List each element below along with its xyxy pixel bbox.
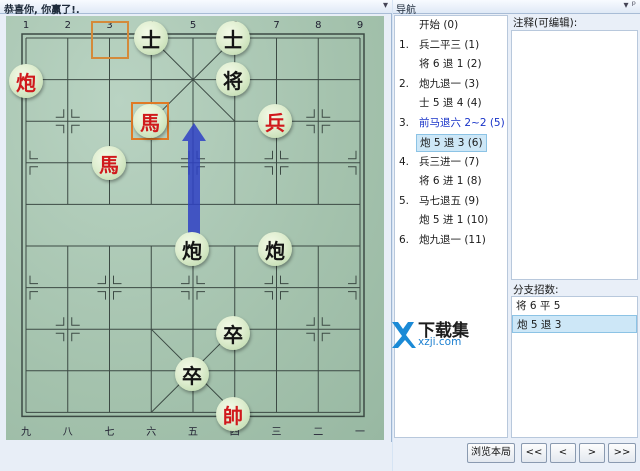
nav-buttons: 浏览本局 << < > >> [467, 443, 637, 465]
red-marshal[interactable]: 帥 [216, 397, 250, 431]
move-item-variation[interactable]: 3. 前马退六 2~2 (5) [395, 114, 507, 134]
app-window: 恭喜你, 你赢了!. ▾ 123456789 九八七六五四三二一 士 士 将 炮 [0, 0, 640, 471]
black-soldier[interactable]: 卒 [216, 316, 250, 350]
black-cannon[interactable]: 炮 [175, 232, 209, 266]
move-item[interactable]: 5. 马七退五 (9) [395, 192, 507, 212]
move-item[interactable]: 6. 炮九退一 (11) [395, 231, 507, 251]
notes-editor[interactable] [511, 30, 638, 280]
move-item[interactable]: 将 6 进 1 (8) [395, 172, 507, 192]
first-move-button[interactable]: << [521, 443, 547, 463]
panel-pin-icon[interactable]: ▾ ᵖ [624, 0, 636, 11]
move-item[interactable]: 2. 炮九退一 (3) [395, 75, 507, 95]
browse-game-button[interactable]: 浏览本局 [467, 443, 515, 463]
last-move-button[interactable]: >> [608, 443, 636, 463]
board-title: 恭喜你, 你赢了!. [4, 5, 80, 16]
red-soldier[interactable]: 兵 [258, 104, 292, 138]
branch-item-selected[interactable]: 炮 5 退 3 [512, 315, 637, 333]
move-item[interactable]: 4. 兵三进一 (7) [395, 153, 507, 173]
branch-label: 分支招数: [513, 284, 559, 296]
panel-menu-icon[interactable]: ▾ [383, 0, 388, 11]
board-panel: 恭喜你, 你赢了!. ▾ 123456789 九八七六五四三二一 士 士 将 炮 [0, 0, 392, 471]
move-item[interactable]: 士 5 退 4 (4) [395, 94, 507, 114]
prev-move-button[interactable]: < [550, 443, 576, 463]
notes-label: 注释(可编辑): [513, 17, 578, 29]
black-advisor[interactable]: 士 [134, 21, 168, 55]
black-cannon[interactable]: 炮 [258, 232, 292, 266]
move-item[interactable]: 将 6 退 1 (2) [395, 55, 507, 75]
watermark-logo-icon [392, 322, 416, 348]
next-move-button[interactable]: > [579, 443, 605, 463]
move-list[interactable]: 开始 (0) 1. 兵二平三 (1) 将 6 退 1 (2) 2. 炮九退一 (3)… [394, 15, 508, 438]
black-advisor[interactable]: 士 [216, 21, 250, 55]
move-item[interactable]: 开始 (0) [395, 16, 507, 36]
branch-list[interactable]: 将 6 平 5 炮 5 退 3 [511, 296, 638, 438]
red-cannon[interactable]: 炮 [9, 64, 43, 98]
move-item[interactable]: 1. 兵二平三 (1) [395, 36, 507, 56]
black-soldier[interactable]: 卒 [175, 357, 209, 391]
black-general[interactable]: 将 [216, 62, 250, 96]
move-item-current[interactable]: 炮 5 退 3 (6) [395, 133, 507, 153]
navigation-panel: 导航 ▾ ᵖ 开始 (0) 1. 兵二平三 (1) 将 6 退 1 (2) 2. 炮… [393, 0, 640, 471]
board-tab: 恭喜你, 你赢了!. ▾ [0, 0, 392, 16]
red-horse[interactable]: 馬 [92, 146, 126, 180]
branch-item[interactable]: 将 6 平 5 [512, 297, 637, 315]
watermark: 下载集 xzji.com [388, 316, 518, 352]
nav-tab: 导航 ▾ ᵖ [393, 0, 640, 16]
chess-board[interactable]: 123456789 九八七六五四三二一 士 士 将 炮 馬 兵 馬 炮 炮 卒 … [6, 16, 384, 440]
red-horse[interactable]: 馬 [133, 104, 167, 138]
nav-title: 导航 [396, 5, 416, 16]
move-item[interactable]: 炮 5 进 1 (10) [395, 211, 507, 231]
status-bar [0, 442, 392, 471]
watermark-url: xzji.com [418, 336, 462, 348]
